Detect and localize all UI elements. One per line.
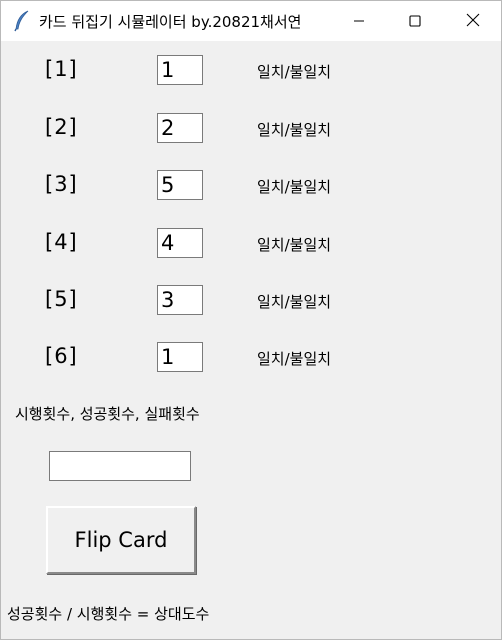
row-label-5: [5] <box>45 287 78 311</box>
stats-entry[interactable] <box>49 451 191 481</box>
row-label-2: [2] <box>45 115 78 139</box>
card-entry-2[interactable]: 2 <box>157 113 203 143</box>
flip-card-button[interactable]: Flip Card <box>46 506 196 574</box>
card-entry-4[interactable]: 4 <box>157 228 203 258</box>
card-entry-1[interactable]: 1 <box>157 55 203 85</box>
stats-label: 시행횟수, 성공횟수, 실패횟수 <box>15 405 200 423</box>
match-status-5: 일치/불일치 <box>257 293 332 311</box>
match-status-3: 일치/불일치 <box>257 178 332 196</box>
minimize-icon <box>353 12 365 31</box>
card-entry-3[interactable]: 5 <box>157 170 203 200</box>
match-status-1: 일치/불일치 <box>257 63 332 81</box>
close-icon <box>466 12 480 31</box>
app-window: 카드 뒤집기 시뮬레이터 by.20821채서연 [1] 1 일치/불일치 [2… <box>0 0 502 640</box>
minimize-button[interactable] <box>331 1 387 41</box>
close-button[interactable] <box>445 1 501 41</box>
row-label-6: [6] <box>45 344 78 368</box>
window-title: 카드 뒤집기 시뮬레이터 by.20821채서연 <box>39 13 302 31</box>
card-entry-6[interactable]: 1 <box>157 342 203 372</box>
match-status-2: 일치/불일치 <box>257 121 332 139</box>
row-label-4: [4] <box>45 230 78 254</box>
feather-icon <box>13 10 31 32</box>
maximize-button[interactable] <box>387 1 443 41</box>
row-label-1: [1] <box>45 57 78 81</box>
row-label-3: [3] <box>45 172 78 196</box>
maximize-icon <box>409 12 421 31</box>
relative-frequency-label: 성공횟수 / 시행횟수 = 상대도수 <box>7 605 210 623</box>
match-status-4: 일치/불일치 <box>257 236 332 254</box>
title-bar[interactable]: 카드 뒤집기 시뮬레이터 by.20821채서연 <box>1 1 501 41</box>
card-entry-5[interactable]: 3 <box>157 285 203 315</box>
match-status-6: 일치/불일치 <box>257 350 332 368</box>
